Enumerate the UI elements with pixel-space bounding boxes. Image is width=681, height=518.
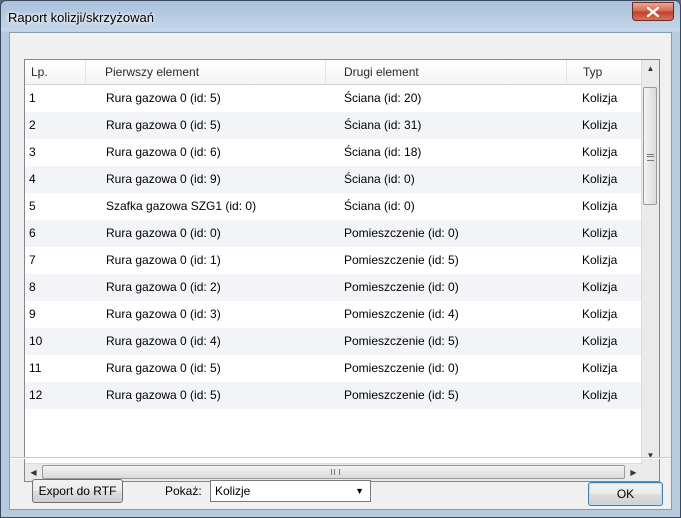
table-row[interactable]: 12 Rura gazowa 0 (id: 5) Pomieszczenie (id… [25, 382, 642, 409]
cell-second-element: Pomieszczenie (id: 0) [344, 226, 459, 240]
cell-first-element: Rura gazowa 0 (id: 0) [106, 226, 221, 240]
export-rtf-button[interactable]: Export do RTF [32, 479, 123, 503]
list-header: Lp. Pierwszy element Drugi element Typ [25, 60, 642, 85]
cell-type: Kolizja [582, 226, 618, 240]
show-filter-value: Kolizje [215, 484, 251, 498]
vertical-scroll-thumb[interactable] [643, 87, 657, 205]
grip-icon [331, 469, 340, 475]
cell-first-element: Rura gazowa 0 (id: 5) [106, 91, 221, 105]
cell-type: Kolizja [582, 253, 618, 267]
cell-second-element: Ściana (id: 18) [344, 145, 422, 159]
column-header-second-element[interactable]: Drugi element [326, 60, 567, 84]
cell-first-element: Rura gazowa 0 (id: 4) [106, 334, 221, 348]
cell-lp: 10 [29, 334, 43, 348]
table-row[interactable]: 2 Rura gazowa 0 (id: 5) Ściana (id: 31) Kol… [25, 112, 642, 139]
cell-first-element: Rura gazowa 0 (id: 5) [106, 118, 221, 132]
cell-type: Kolizja [582, 91, 618, 105]
cell-first-element: Rura gazowa 0 (id: 3) [106, 307, 221, 321]
cell-type: Kolizja [582, 172, 618, 186]
ok-button[interactable]: OK [588, 482, 663, 506]
cell-lp: 11 [29, 361, 42, 375]
column-header-first-element[interactable]: Pierwszy element [86, 60, 326, 84]
cell-first-element: Rura gazowa 0 (id: 5) [106, 361, 221, 375]
cell-type: Kolizja [582, 280, 618, 294]
dialog-window: Raport kolizji/skrzyżowań Lp. Pierwszy e… [0, 0, 681, 518]
collision-list[interactable]: Lp. Pierwszy element Drugi element Typ 1… [24, 59, 660, 482]
cell-lp: 12 [29, 388, 43, 402]
table-row[interactable]: 8 Rura gazowa 0 (id: 2) Pomieszczenie (id:… [25, 274, 642, 301]
cell-first-element: Rura gazowa 0 (id: 2) [106, 280, 221, 294]
table-row[interactable]: 10 Rura gazowa 0 (id: 4) Pomieszczenie (id… [25, 328, 642, 355]
cell-first-element: Rura gazowa 0 (id: 5) [106, 388, 221, 402]
cell-type: Kolizja [582, 145, 618, 159]
cell-second-element: Ściana (id: 0) [344, 172, 415, 186]
cell-lp: 1 [29, 91, 36, 105]
cell-lp: 4 [29, 172, 36, 186]
cell-type: Kolizja [582, 307, 618, 321]
cell-second-element: Pomieszczenie (id: 0) [344, 280, 459, 294]
cell-lp: 8 [29, 280, 36, 294]
cell-second-element: Pomieszczenie (id: 5) [344, 334, 459, 348]
table-row[interactable]: 9 Rura gazowa 0 (id: 3) Pomieszczenie (id:… [25, 301, 642, 328]
cell-first-element: Rura gazowa 0 (id: 6) [106, 145, 221, 159]
horizontal-scroll-thumb[interactable] [42, 465, 625, 479]
cell-type: Kolizja [582, 118, 618, 132]
cell-second-element: Ściana (id: 0) [344, 199, 415, 213]
cell-type: Kolizja [582, 334, 618, 348]
cell-type: Kolizja [582, 361, 618, 375]
table-row[interactable]: 4 Rura gazowa 0 (id: 9) Ściana (id: 0) Koli… [25, 166, 642, 193]
table-row[interactable]: 11 Rura gazowa 0 (id: 5) Pomieszczenie (id… [25, 355, 642, 382]
scroll-down-button[interactable]: ▼ [642, 447, 659, 464]
cell-second-element: Pomieszczenie (id: 4) [344, 307, 459, 321]
cell-first-element: Szafka gazowa SZG1 (id: 0) [106, 199, 257, 213]
table-row[interactable]: 3 Rura gazowa 0 (id: 6) Ściana (id: 18) Kol… [25, 139, 642, 166]
show-filter-select[interactable]: Kolizje ▼ [210, 480, 371, 502]
title-bar[interactable]: Raport kolizji/skrzyżowań [1, 1, 680, 33]
scrollbar-corner [642, 464, 659, 481]
cell-lp: 9 [29, 307, 36, 321]
chevron-down-icon: ▼ [355, 486, 364, 496]
dialog-client-area: Lp. Pierwszy element Drugi element Typ 1… [9, 32, 672, 510]
cell-lp: 2 [29, 118, 36, 132]
cell-first-element: Rura gazowa 0 (id: 9) [106, 172, 221, 186]
window-title: Raport kolizji/skrzyżowań [8, 10, 154, 25]
grip-icon [647, 154, 654, 161]
arrow-left-icon: ◀ [30, 468, 37, 477]
cell-type: Kolizja [582, 199, 618, 213]
scroll-up-button[interactable]: ▲ [642, 60, 659, 77]
column-header-lp[interactable]: Lp. [25, 60, 86, 84]
cell-second-element: Pomieszczenie (id: 0) [344, 361, 459, 375]
cell-lp: 5 [29, 199, 36, 213]
cell-lp: 3 [29, 145, 36, 159]
scroll-right-button[interactable]: ▶ [625, 464, 642, 481]
cell-type: Kolizja [582, 388, 618, 402]
close-button[interactable] [632, 2, 674, 21]
table-row[interactable]: 6 Rura gazowa 0 (id: 0) Pomieszczenie (id:… [25, 220, 642, 247]
cell-lp: 7 [29, 253, 36, 267]
arrow-right-icon: ▶ [630, 468, 637, 477]
cell-second-element: Ściana (id: 31) [344, 118, 422, 132]
vertical-scrollbar[interactable]: ▲ ▼ [641, 60, 659, 464]
show-label: Pokaż: [165, 484, 202, 498]
cell-lp: 6 [29, 226, 36, 240]
arrow-up-icon: ▲ [646, 64, 655, 73]
cell-second-element: Ściana (id: 20) [344, 91, 422, 105]
close-icon [647, 7, 659, 17]
cell-second-element: Pomieszczenie (id: 5) [344, 388, 459, 402]
cell-second-element: Pomieszczenie (id: 5) [344, 253, 459, 267]
column-header-type[interactable]: Typ [567, 60, 642, 84]
list-rows: 1 Rura gazowa 0 (id: 5) Ściana (id: 20) Kol… [25, 85, 642, 409]
footer-separator [10, 457, 671, 459]
table-row[interactable]: 1 Rura gazowa 0 (id: 5) Ściana (id: 20) Kol… [25, 85, 642, 112]
table-row[interactable]: 5 Szafka gazowa SZG1 (id: 0) Ściana (id: 0… [25, 193, 642, 220]
table-row[interactable]: 7 Rura gazowa 0 (id: 1) Pomieszczenie (id:… [25, 247, 642, 274]
cell-first-element: Rura gazowa 0 (id: 1) [106, 253, 221, 267]
